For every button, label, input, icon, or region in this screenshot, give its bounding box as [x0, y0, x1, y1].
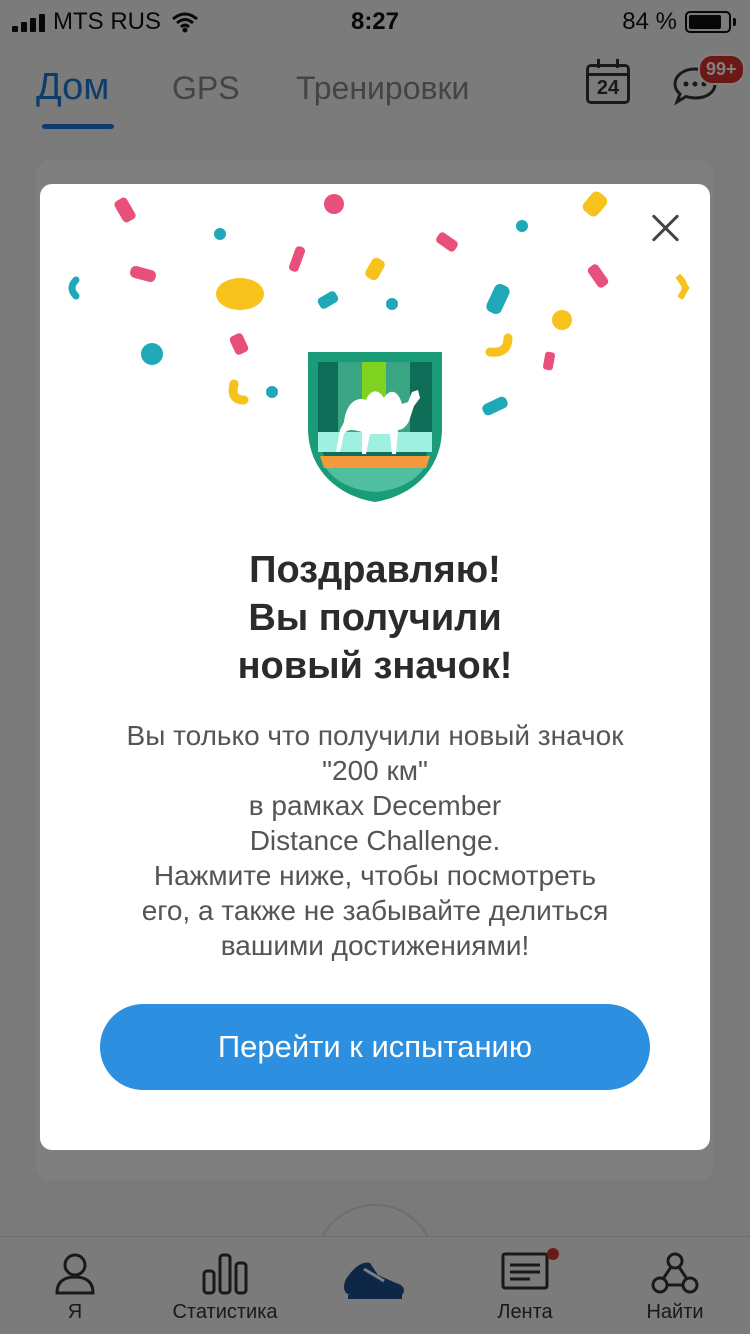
camel-badge-icon: [308, 352, 442, 502]
title-line: Вы получили: [248, 597, 502, 639]
message-line: в рамках December: [248, 790, 502, 821]
go-to-challenge-button[interactable]: Перейти к испытанию: [100, 1004, 650, 1090]
dialog-title: Поздравляю! Вы получили новый значок!: [60, 546, 690, 690]
badge-earned-dialog: Поздравляю! Вы получили новый значок! Вы…: [40, 184, 710, 1150]
message-line: "200 км": [322, 755, 428, 786]
close-button[interactable]: [644, 206, 688, 250]
message-line: вашими достижениями!: [220, 930, 530, 961]
title-line: Поздравляю!: [249, 549, 501, 591]
message-line: его, а также не забывайте делиться: [141, 895, 609, 926]
title-line: новый значок!: [237, 645, 513, 687]
message-line: Distance Challenge.: [249, 825, 501, 856]
message-line: Вы только что получили новый значок: [126, 720, 624, 751]
dialog-message: Вы только что получили новый значок "200…: [70, 718, 680, 963]
message-line: Нажмите ниже, чтобы посмотреть: [153, 860, 597, 891]
